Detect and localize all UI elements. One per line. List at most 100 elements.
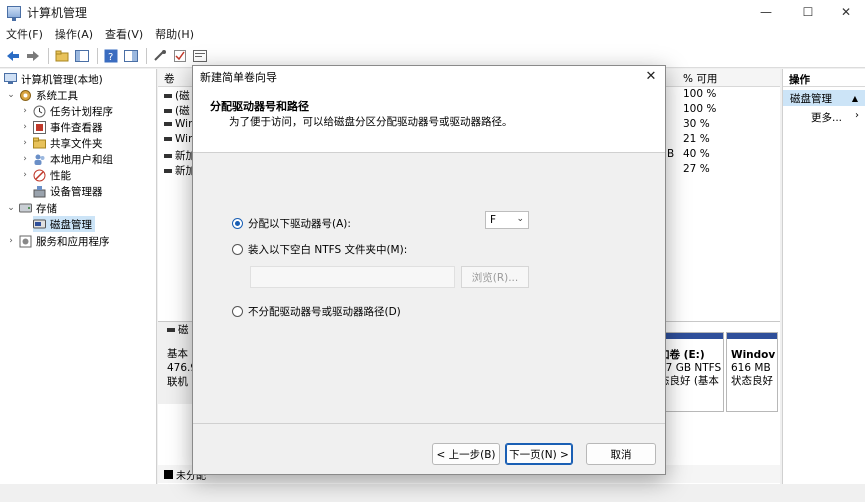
back-button[interactable]: < 上一步(B): [432, 443, 500, 465]
tree-label: 任务计划程序: [50, 105, 113, 118]
up-folder-icon[interactable]: [53, 47, 71, 65]
minimize-button[interactable]: —: [746, 0, 786, 24]
partition-bar: [727, 333, 777, 339]
performance-icon: [33, 169, 46, 182]
menu-help[interactable]: 帮助(H): [155, 26, 194, 42]
window-titlebar: 计算机管理 — ☐ ✕: [0, 0, 865, 24]
help-icon[interactable]: ?: [102, 47, 120, 65]
column-header-volume[interactable]: 卷: [164, 71, 175, 86]
dialog-title: 新建简单卷向导: [200, 71, 277, 84]
wizard-page-heading: 分配驱动器号和路径: [210, 100, 309, 113]
volume-row[interactable]: (磁: [164, 88, 190, 103]
tree-item-shared-folders[interactable]: › 共享文件夹: [20, 135, 103, 151]
dialog-titlebar: 新建简单卷向导: [193, 66, 665, 88]
svg-text:?: ?: [108, 52, 113, 63]
forward-arrow-icon[interactable]: [24, 47, 42, 65]
tree-item-services[interactable]: › 服务和应用程序: [6, 233, 110, 249]
tree-item-storage[interactable]: ⌄ 存储: [6, 200, 57, 216]
volume-icon: [164, 154, 172, 158]
chevron-down-icon: ⌄: [516, 214, 524, 224]
show-hide-tree-icon[interactable]: [73, 47, 91, 65]
radio-assign-drive-letter[interactable]: 分配以下驱动器号(A):: [232, 216, 351, 231]
volume-size-suffix: B: [667, 148, 675, 160]
actions-section-disk-management[interactable]: 磁盘管理 ▲: [783, 90, 865, 106]
radio-mount-folder[interactable]: 装入以下空白 NTFS 文件夹中(M):: [232, 242, 407, 257]
radio-button-selected[interactable]: [232, 218, 243, 229]
expand-arrow-icon[interactable]: ›: [20, 170, 30, 180]
partition-size: 616 MB: [731, 362, 771, 374]
drive-letter-select[interactable]: F ⌄: [485, 211, 529, 229]
disk-0-label[interactable]: 磁 基本 476.9 联机: [158, 322, 197, 404]
wizard-body: [193, 153, 665, 423]
disk-title: 磁: [167, 324, 189, 337]
radio-button[interactable]: [232, 306, 243, 317]
tree-label: 设备管理器: [50, 185, 103, 198]
menu-action[interactable]: 操作(A): [55, 26, 93, 42]
services-icon: [19, 235, 32, 248]
tree-item-system-tools[interactable]: ⌄ 系统工具: [6, 87, 78, 103]
console-icon[interactable]: [191, 47, 209, 65]
tree-label: 服务和应用程序: [36, 235, 110, 248]
radio-mount-label: 装入以下空白 NTFS 文件夹中(M):: [248, 244, 408, 256]
volume-row[interactable]: Wir: [164, 133, 192, 148]
expand-arrow-icon[interactable]: ›: [20, 106, 30, 116]
expand-arrow-icon[interactable]: ›: [20, 154, 30, 164]
tree-item-disk-management[interactable]: 磁盘管理: [33, 216, 95, 232]
menu-bar: 文件(F) 操作(A) 查看(V) 帮助(H): [0, 24, 865, 44]
menu-view[interactable]: 查看(V): [105, 26, 143, 42]
volume-percent-free: 27 %: [683, 163, 710, 175]
collapse-triangle-icon[interactable]: ▲: [852, 94, 858, 103]
volume-icon: [164, 122, 172, 126]
wizard-page-description: 为了便于访问，可以给磁盘分区分配驱动器号或驱动器路径。: [229, 116, 513, 128]
connect-icon[interactable]: [151, 47, 169, 65]
toolbar-separator: [48, 47, 49, 64]
collapse-arrow-icon[interactable]: ⌄: [6, 203, 16, 213]
expand-arrow-icon[interactable]: ›: [6, 236, 16, 246]
shared-folder-icon: [33, 137, 46, 150]
partition-windows[interactable]: Windov 616 MB 状态良好: [726, 332, 778, 412]
volume-icon: [164, 109, 172, 113]
tree-item-local-users[interactable]: › 本地用户和组: [20, 151, 113, 167]
tree-label: 系统工具: [36, 89, 78, 102]
radio-no-assignment[interactable]: 不分配驱动器号或驱动器路径(D): [232, 304, 401, 319]
menu-file[interactable]: 文件(F): [6, 26, 43, 42]
maximize-button[interactable]: ☐: [788, 0, 828, 24]
disk-type: 基本: [167, 348, 188, 360]
properties-pane-icon[interactable]: [122, 47, 140, 65]
navigation-tree: 计算机管理(本地) ⌄ 系统工具 › 任务计划程序 › 事件查看器 › 共享文件…: [0, 69, 157, 484]
volume-row[interactable]: (磁: [164, 103, 190, 118]
expand-arrow-icon[interactable]: ›: [20, 138, 30, 148]
disk-icon: [167, 328, 175, 332]
expand-arrow-icon[interactable]: ›: [20, 122, 30, 132]
tree-item-task-scheduler[interactable]: › 任务计划程序: [20, 103, 113, 119]
column-header-percent-free[interactable]: % 可用: [683, 71, 717, 86]
tree-label: 事件查看器: [50, 121, 103, 134]
event-viewer-icon: [33, 120, 46, 134]
radio-assign-label: 分配以下驱动器号(A):: [248, 218, 351, 230]
back-arrow-icon[interactable]: [4, 47, 22, 65]
close-window-button[interactable]: ✕: [826, 0, 865, 24]
actions-more[interactable]: 更多... ›: [783, 106, 865, 125]
radio-none-label: 不分配驱动器号或驱动器路径(D): [248, 306, 401, 318]
radio-button[interactable]: [232, 244, 243, 255]
volume-percent-free: 30 %: [683, 118, 710, 130]
cancel-button[interactable]: 取消: [586, 443, 656, 465]
folder-path-input[interactable]: [250, 266, 455, 288]
tree-item-event-viewer[interactable]: › 事件查看器: [20, 119, 103, 135]
tree-label: 本地用户和组: [50, 153, 113, 166]
collapse-arrow-icon[interactable]: ⌄: [6, 90, 16, 100]
tree-item-computer-management[interactable]: 计算机管理(本地): [4, 71, 103, 87]
tree-item-performance[interactable]: › 性能: [20, 167, 71, 183]
volume-row[interactable]: Wir: [164, 118, 192, 133]
toolbar-separator: [146, 47, 147, 64]
disk-status: 联机: [167, 376, 188, 388]
checklist-icon[interactable]: [171, 47, 189, 65]
next-button[interactable]: 下一页(N) >: [505, 443, 573, 465]
tree-item-device-manager[interactable]: 设备管理器: [33, 183, 103, 199]
volume-icon: [164, 94, 172, 98]
actions-pane: 操作 磁盘管理 ▲ 更多... ›: [782, 69, 865, 484]
volume-icon: [164, 169, 172, 173]
dialog-close-icon[interactable]: ✕: [643, 69, 659, 85]
drive-letter-value: F: [490, 214, 497, 226]
browse-button[interactable]: 浏览(R)...: [461, 266, 529, 288]
